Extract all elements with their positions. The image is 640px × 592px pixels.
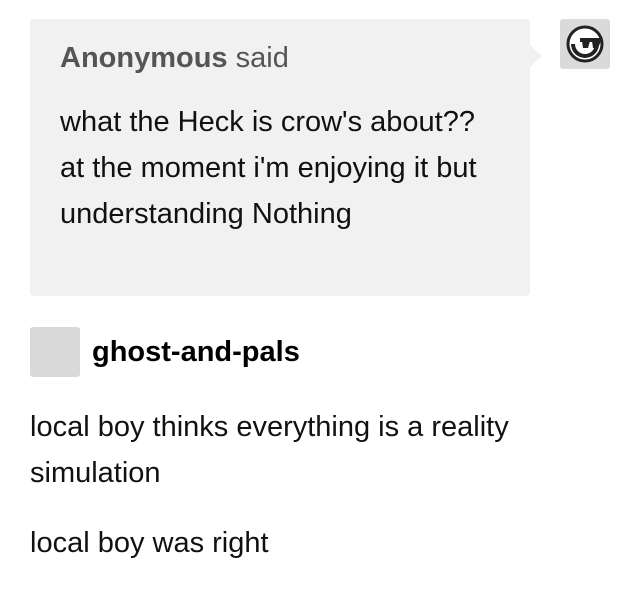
anonymous-sunglasses-icon (566, 25, 604, 63)
answer-header: ghost-and-pals (30, 327, 300, 377)
anonymous-avatar[interactable] (560, 19, 610, 69)
question-text: what the Heck is crow's about?? at the m… (60, 106, 477, 230)
asker-name: Anonymous (60, 42, 228, 74)
asker-verb: said (235, 42, 289, 74)
answer-paragraph: local boy thinks everything is a reality… (30, 411, 509, 489)
asker-line: Anonymous said (60, 39, 500, 77)
answer-body: local boy thinks everything is a reality… (30, 404, 610, 590)
blog-name-link[interactable]: ghost-and-pals (92, 336, 300, 369)
answer-paragraph: local boy was right (30, 527, 269, 559)
ask-bubble: Anonymous said what the Heck is crow's a… (30, 19, 542, 296)
avatar[interactable] (30, 327, 80, 377)
